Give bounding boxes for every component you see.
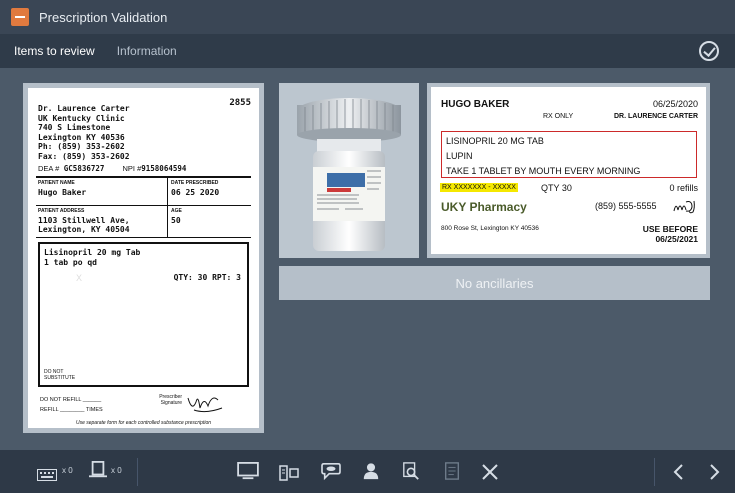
reject-close-icon[interactable]	[481, 463, 499, 481]
tab-items-to-review[interactable]: Items to review	[14, 44, 95, 58]
pill-bottle-image	[297, 98, 401, 251]
scanner-count: x 0	[111, 466, 122, 475]
next-arrow-icon[interactable]	[709, 463, 721, 481]
patient-address: 1103 Stillwell Ave, Lexington, KY 40504	[38, 216, 130, 234]
monitor-icon[interactable]	[236, 462, 260, 480]
window-title: Prescription Validation	[39, 9, 168, 25]
label-refills: 0 refills	[669, 183, 698, 193]
patient-name-label: PATIENT NAME	[38, 180, 75, 186]
label-use-before: USE BEFORE 06/25/2021	[643, 224, 698, 244]
pharmacy-label-frame[interactable]: HUGO BAKER 06/25/2020 RX ONLY DR. LAUREN…	[427, 83, 710, 258]
label-directions: TAKE 1 TABLET BY MOUTH EVERY MORNING	[446, 166, 641, 176]
prescription-image[interactable]: 2855 Dr. Laurence Carter UK Kentucky Cli…	[23, 83, 264, 433]
pharmacy-label: HUGO BAKER 06/25/2020 RX ONLY DR. LAUREN…	[431, 87, 706, 254]
keyboard-icon[interactable]	[37, 466, 57, 484]
date-prescribed: 06 25 2020	[171, 188, 220, 197]
tab-bar: Items to review Information	[0, 34, 735, 68]
address-label: PATIENT ADDRESS	[38, 208, 85, 214]
footnote: Use separate form for each controlled su…	[75, 420, 212, 426]
dea-npi-line: DEA # GC5836727 NPI #9158064594	[38, 164, 186, 173]
tab-information[interactable]: Information	[117, 44, 177, 58]
rx-number: 2855	[229, 98, 251, 108]
do-not-substitute: DO NOT SUBSTITUTE	[44, 369, 76, 381]
pill-bubble-icon[interactable]	[320, 462, 342, 480]
rx-quantity: QTY: 30 RPT: 3	[173, 273, 241, 282]
label-pharmacy-name: UKY Pharmacy	[441, 200, 527, 214]
use-before-label: USE BEFORE	[642, 224, 698, 234]
pharmacist-icon[interactable]	[362, 462, 380, 480]
refill-section: DO NOT REFILL ______ REFILL ________ TIM…	[40, 397, 103, 413]
address-row: PATIENT ADDRESS 1103 Stillwell Ave, Lexi…	[36, 206, 251, 238]
npi-label: NPI #	[122, 164, 142, 173]
no-ancillaries-text: No ancillaries	[455, 275, 534, 291]
label-rx-only: RX ONLY	[543, 113, 574, 120]
pharmacist-initials-image	[673, 200, 695, 214]
doctor-name: Dr. Laurence Carter	[38, 104, 130, 113]
bottle-image[interactable]	[279, 83, 419, 258]
scanner-icon[interactable]	[88, 461, 108, 479]
label-drug-box: LISINOPRIL 20 MG TAB LUPIN TAKE 1 TABLET…	[441, 131, 697, 178]
previous-arrow-icon[interactable]	[672, 463, 684, 481]
label-fill-date: 06/25/2020	[652, 99, 698, 109]
label-rx-number: RX XXXXXXX - XXXXX	[440, 183, 518, 192]
clinic-phone: Ph: (859) 353-2602	[38, 142, 125, 151]
bottom-toolbar: x 0 x 0	[0, 450, 735, 493]
clinic-name: UK Kentucky Clinic	[38, 113, 125, 123]
watermark: X	[76, 273, 83, 283]
keyboard-count: x 0	[62, 466, 73, 475]
toolbar-divider-right	[654, 458, 655, 486]
label-manufacturer: LUPIN	[446, 151, 473, 161]
prescriber-info: Dr. Laurence Carter UK Kentucky Clinic 7…	[38, 104, 130, 161]
do-not-substitute-label: DO NOT SUBSTITUTE	[44, 369, 76, 381]
documents-icon[interactable]	[279, 464, 299, 482]
use-before-date: 06/25/2021	[655, 234, 698, 244]
review-panel: 2855 Dr. Laurence Carter UK Kentucky Cli…	[0, 68, 735, 450]
label-pharmacy-address: 800 Rose St, Lexington KY 40536	[441, 225, 539, 232]
rx-drug-name: Lisinopril 20 mg Tab	[44, 248, 141, 257]
do-not-refill-label: DO NOT REFILL	[40, 397, 82, 403]
clinic-city: Lexington KY 40536	[38, 132, 125, 142]
clinic-street: 740 S Limestone	[38, 123, 111, 132]
prescription-paper: 2855 Dr. Laurence Carter UK Kentucky Cli…	[28, 88, 259, 428]
toolbar-divider	[137, 458, 138, 486]
prescription-sheet-icon[interactable]	[444, 462, 460, 480]
patient-row: PATIENT NAME Hugo Baker DATE PRESCRIBED …	[36, 178, 251, 206]
rx-body: Lisinopril 20 mg Tab 1 tab po qd X QTY: …	[38, 242, 249, 387]
label-drug-name: LISINOPRIL 20 MG TAB	[446, 136, 544, 146]
inspect-document-icon[interactable]	[401, 462, 421, 480]
rx-drug: Lisinopril 20 mg Tab 1 tab po qd	[44, 248, 140, 268]
npi-number: 9158064594	[141, 164, 187, 173]
clinic-fax: Fax: (859) 353-2602	[38, 151, 130, 161]
rx-sig: 1 tab po qd	[44, 258, 97, 267]
date-label: DATE PRESCRIBED	[171, 180, 219, 186]
app-menu-icon[interactable]	[11, 8, 29, 26]
patient-age: 50	[171, 216, 181, 225]
ancillaries-panel: No ancillaries	[279, 266, 710, 300]
dea-number: GC5836727	[63, 164, 105, 173]
age-label: AGE	[171, 208, 182, 214]
prescriber-signature-label: Prescriber Signature	[159, 394, 182, 406]
label-quantity: QTY 30	[541, 183, 572, 193]
label-patient-name: HUGO BAKER	[441, 99, 510, 110]
label-prescriber: DR. LAURENCE CARTER	[614, 113, 698, 120]
times-label: TIMES	[85, 407, 103, 413]
title-bar: Prescription Validation	[0, 0, 735, 34]
label-pharmacy-phone: (859) 555-5555	[595, 201, 657, 211]
dea-label: DEA #	[38, 164, 60, 173]
approve-check-icon[interactable]	[699, 41, 719, 61]
patient-name: Hugo Baker	[38, 188, 87, 197]
signature-image	[187, 397, 223, 413]
refill-label: REFILL	[40, 407, 59, 413]
